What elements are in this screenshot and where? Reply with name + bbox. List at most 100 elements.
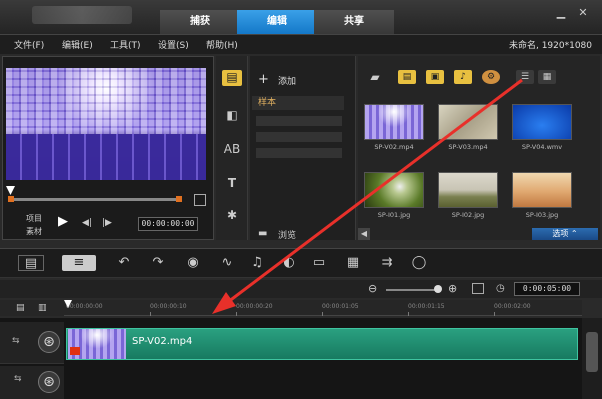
app-logo: [32, 6, 132, 24]
enlarge-icon[interactable]: [194, 194, 206, 206]
media-thumb[interactable]: [438, 172, 498, 208]
auto-music-icon[interactable]: ♫: [248, 255, 266, 271]
media-caption: SP-I01.jpg: [377, 211, 411, 219]
show-audio-icon[interactable]: ♪: [454, 70, 472, 84]
ruler-tick: [408, 312, 409, 316]
preview-screen: [6, 68, 206, 180]
track-toggle-icon[interactable]: ⇆: [12, 336, 20, 346]
timeline-view-icon[interactable]: ≡: [62, 255, 96, 271]
preview-tiles: [6, 68, 206, 134]
subtitle-editor-icon[interactable]: ▭: [310, 255, 328, 271]
scrubber-track[interactable]: [10, 198, 180, 201]
track-manager-icon[interactable]: ▤: [16, 303, 25, 313]
chapter-point-icon[interactable]: ▥: [38, 303, 47, 313]
ruler-tick: [236, 312, 237, 316]
close-button[interactable]: ✕: [576, 6, 590, 20]
tab-share[interactable]: 共享: [314, 10, 394, 34]
options-button[interactable]: 选项 ⌃: [532, 228, 598, 240]
media-thumb[interactable]: [438, 104, 498, 140]
trim-end-marker[interactable]: [176, 196, 182, 202]
show-video-icon[interactable]: ▤: [398, 70, 416, 84]
overlay-track-icon[interactable]: ⊛: [38, 371, 60, 393]
clip-name: SP-V02.mp4: [132, 336, 193, 347]
prev-frame-button[interactable]: ◀|: [82, 218, 92, 228]
show-photo-icon[interactable]: ▣: [426, 70, 444, 84]
clip-marker-icon: [70, 347, 80, 355]
folder-icon[interactable]: ▰: [366, 70, 384, 84]
ruler-tick: [322, 312, 323, 316]
tab-capture[interactable]: 捕获: [160, 10, 240, 34]
media-caption: SP-V04.wmv: [521, 143, 563, 151]
ruler-label: 00:00:00:10: [150, 303, 187, 310]
sound-mixer-icon[interactable]: ∿: [218, 255, 236, 271]
clip-mode-label[interactable]: 素材: [26, 226, 42, 237]
ruler-tick: [150, 312, 151, 316]
menu-tools[interactable]: 工具(T): [110, 38, 141, 51]
track-toggle-icon[interactable]: ⇆: [14, 374, 22, 384]
options-label: 选项: [552, 229, 569, 238]
minimize-button[interactable]: ▁: [554, 6, 568, 20]
ruler-label: 00:00:00:00: [66, 303, 103, 310]
thumbnail-view-icon[interactable]: ▦: [538, 70, 556, 84]
media-thumb[interactable]: [512, 172, 572, 208]
ruler-tick: [494, 312, 495, 316]
media-caption: SP-I02.jpg: [451, 211, 485, 219]
media-caption: SP-V02.mp4: [374, 143, 414, 151]
zoom-slider[interactable]: [386, 289, 438, 291]
folder-item[interactable]: [256, 148, 342, 158]
browse-button[interactable]: 浏览: [278, 228, 296, 241]
multi-camera-icon[interactable]: ▦: [344, 255, 362, 271]
zoom-bar: [0, 280, 602, 298]
filter-category-icon[interactable]: ✱: [222, 208, 242, 224]
media-caption: SP-I03.jpg: [525, 211, 559, 219]
title-category-icon[interactable]: AB: [222, 142, 242, 158]
trim-start-marker[interactable]: [8, 196, 14, 202]
menu-edit[interactable]: 编辑(E): [62, 38, 93, 51]
next-frame-button[interactable]: |▶: [102, 218, 112, 228]
menu-file[interactable]: 文件(F): [14, 38, 44, 51]
undo-icon[interactable]: ↶: [116, 255, 132, 271]
project-duration: 0:00:05:00: [514, 282, 580, 296]
list-view-icon[interactable]: ☰: [516, 70, 534, 84]
sort-icon[interactable]: ⚙: [482, 70, 500, 84]
add-folder-button[interactable]: 添加: [278, 74, 296, 87]
clock-icon: ◷: [496, 283, 505, 294]
menu-settings[interactable]: 设置(S): [158, 38, 189, 51]
fit-project-icon[interactable]: [472, 283, 484, 294]
ruler-label: 00:00:00:20: [236, 303, 273, 310]
ruler-label: 00:00:02:00: [494, 303, 531, 310]
transition-category-icon[interactable]: ◧: [222, 108, 242, 124]
media-caption: SP-V03.mp4: [448, 143, 488, 151]
player-timecode[interactable]: 00:00:00:00: [138, 217, 198, 231]
media-thumb[interactable]: [512, 104, 572, 140]
folder-item[interactable]: [256, 132, 342, 142]
zoom-in-icon[interactable]: ⊕: [448, 282, 457, 295]
track-header-controls: [0, 300, 64, 316]
record-capture-icon[interactable]: ◉: [184, 255, 202, 271]
timeline-scrollbar-thumb[interactable]: [586, 332, 598, 372]
media-thumb[interactable]: [364, 104, 424, 140]
zoom-slider-knob[interactable]: [434, 285, 442, 293]
media-thumb[interactable]: [364, 172, 424, 208]
zoom-out-icon[interactable]: ⊖: [368, 282, 377, 295]
play-button[interactable]: ▶: [58, 214, 72, 230]
menu-help[interactable]: 帮助(H): [206, 38, 238, 51]
mask-creator-icon[interactable]: ◯: [410, 255, 428, 271]
project-mode-label[interactable]: 项目: [26, 213, 42, 224]
time-remap-icon[interactable]: ⇉: [378, 255, 396, 271]
media-category-icon[interactable]: ▤: [222, 70, 242, 86]
redo-icon[interactable]: ↷: [150, 255, 166, 271]
browse-icon[interactable]: ▬: [258, 228, 267, 239]
collapse-library-button[interactable]: ◀: [358, 228, 370, 240]
text-category-icon[interactable]: T: [222, 176, 242, 192]
video-track-icon[interactable]: ⊛: [38, 331, 60, 353]
storyboard-view-icon[interactable]: ▤: [18, 255, 44, 271]
project-info: 未命名, 1920*1080: [508, 41, 592, 51]
tab-edit[interactable]: 编辑: [237, 10, 317, 34]
folder-item-sample[interactable]: 样本: [252, 96, 344, 110]
ruler-label: 00:00:01:15: [408, 303, 445, 310]
preview-floor: [6, 134, 206, 180]
add-icon[interactable]: +: [258, 72, 269, 87]
motion-tracking-icon[interactable]: ◐: [280, 255, 298, 271]
folder-item[interactable]: [256, 116, 342, 126]
